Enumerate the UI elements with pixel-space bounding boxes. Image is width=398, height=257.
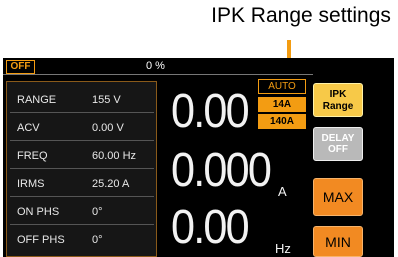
param-value: 60.00 Hz [92, 150, 137, 162]
param-label: IRMS [17, 178, 45, 190]
param-value: 0° [92, 234, 103, 246]
softkey-line: OFF [328, 144, 348, 155]
param-row-on-phs[interactable]: ON PHS 0° [10, 202, 154, 225]
ipk-range-softkey[interactable]: IPK Range [313, 83, 363, 117]
min-softkey[interactable]: MIN [313, 226, 363, 257]
status-divider [3, 74, 313, 75]
softkey-line: IPK [329, 89, 347, 100]
current-unit: A [278, 184, 287, 199]
status-bar: OFF 0 % [3, 58, 309, 74]
param-value: 0.00 V [92, 122, 124, 134]
frequency-readout: 0.00 [171, 201, 250, 254]
current-readout: 0.000 [171, 144, 272, 197]
ipk-option-14a[interactable]: 14A [258, 97, 306, 112]
param-value: 25.20 A [92, 178, 130, 190]
param-row-freq[interactable]: FREQ 60.00 Hz [10, 146, 154, 169]
ipk-option-140a[interactable]: 140A [258, 114, 306, 129]
callout-label: IPK Range settings [211, 4, 391, 27]
param-label: ON PHS [17, 206, 60, 218]
load-percent: 0 % [146, 60, 165, 72]
param-label: RANGE [17, 94, 57, 106]
param-label: ACV [17, 122, 40, 134]
param-row-range[interactable]: RANGE 155 V [10, 90, 154, 113]
ipk-range-menu: AUTO 14A 140A [258, 79, 306, 135]
softkey-line: DELAY [321, 133, 355, 144]
frequency-unit: Hz [275, 241, 291, 256]
voltage-readout: 0.00 [171, 85, 250, 138]
parameter-panel: RANGE 155 V ACV 0.00 V FREQ 60.00 Hz IRM… [6, 81, 157, 257]
param-label: OFF PHS [17, 234, 65, 246]
softkey-line: Range [322, 101, 354, 112]
param-value: 155 V [92, 94, 121, 106]
param-row-off-phs[interactable]: OFF PHS 0° [10, 230, 154, 252]
delay-off-softkey[interactable]: DELAY OFF [313, 127, 363, 161]
param-label: FREQ [17, 150, 48, 162]
param-value: 0° [92, 206, 103, 218]
max-softkey[interactable]: MAX [313, 178, 363, 216]
param-row-acv[interactable]: ACV 0.00 V [10, 118, 154, 141]
param-row-irms[interactable]: IRMS 25.20 A [10, 174, 154, 197]
ipk-option-auto[interactable]: AUTO [258, 79, 306, 94]
output-state-badge: OFF [6, 60, 35, 74]
instrument-screen: OFF 0 % RANGE 155 V ACV 0.00 V FREQ 60.0… [3, 58, 394, 257]
